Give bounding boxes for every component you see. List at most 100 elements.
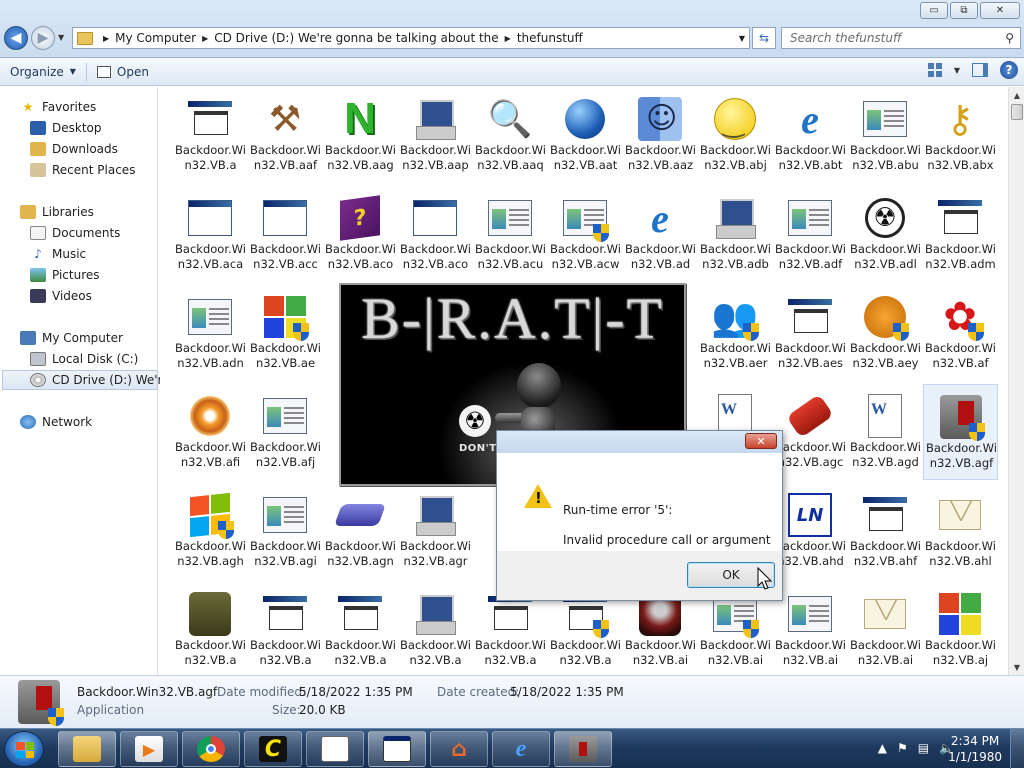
nav-my-computer[interactable]: My Computer xyxy=(20,328,123,348)
file-item[interactable]: ⚒ Backdoor.Win32.VB.aaf xyxy=(248,87,323,183)
file-item[interactable]: e Backdoor.Win32.VB.abt xyxy=(773,87,848,183)
file-item[interactable]: Backdoor.Win32.VB.ahf xyxy=(848,483,923,579)
file-item[interactable]: Backdoor.Win32.VB.a xyxy=(173,87,248,183)
file-item[interactable]: Backdoor.Win32.VB.aap xyxy=(398,87,473,183)
taskbar-brat[interactable] xyxy=(554,731,612,767)
nav-videos[interactable]: Videos xyxy=(30,286,92,306)
nav-network[interactable]: Network xyxy=(20,412,92,432)
taskbar-chrome[interactable] xyxy=(182,731,240,767)
view-options-chevron-icon[interactable]: ▼ xyxy=(954,66,960,75)
file-item[interactable]: Backdoor.Win32.VB.agc xyxy=(773,384,848,480)
file-item[interactable]: Backdoor.Win32.VB.acu xyxy=(473,186,548,282)
taskbar-notepad[interactable] xyxy=(306,731,364,767)
scroll-thumb[interactable] xyxy=(1011,104,1023,120)
taskbar-media-player[interactable]: ▶ xyxy=(120,731,178,767)
search-icon[interactable]: ⚲ xyxy=(1005,31,1014,45)
address-bar[interactable]: ▶ My Computer ▶ CD Drive (D:) We're gonn… xyxy=(72,27,750,49)
file-item[interactable]: Backdoor.Win32.VB.adm xyxy=(923,186,998,282)
taskbar-app-window[interactable] xyxy=(368,731,426,767)
file-item[interactable]: ? Backdoor.Win32.VB.aco xyxy=(323,186,398,282)
nav-downloads[interactable]: Downloads xyxy=(30,139,118,159)
file-item[interactable]: W Backdoor.Win32.VB.agd xyxy=(848,384,923,480)
chevron-right-icon[interactable]: ▶ xyxy=(505,34,511,43)
file-item[interactable]: Backdoor.Win32.VB.a xyxy=(173,582,248,675)
file-item[interactable]: Backdoor.Win32.VB.aat xyxy=(548,87,623,183)
nav-pictures[interactable]: Pictures xyxy=(30,265,100,285)
file-item[interactable]: Backdoor.Win32.VB.aaz xyxy=(623,87,698,183)
taskbar-explorer[interactable] xyxy=(58,731,116,767)
network-status-icon[interactable]: ▤ xyxy=(918,741,929,755)
breadcrumb-cd-drive[interactable]: CD Drive (D:) We're gonna be talking abo… xyxy=(214,31,498,45)
show-hidden-icons-icon[interactable]: ▲ xyxy=(878,741,887,755)
breadcrumb-thefunstuff[interactable]: thefunstuff xyxy=(517,31,583,45)
show-desktop-button[interactable] xyxy=(1010,729,1024,769)
nav-music[interactable]: ♪ Music xyxy=(30,244,86,264)
file-item[interactable]: ☢ Backdoor.Win32.VB.adl xyxy=(848,186,923,282)
file-item[interactable]: Backdoor.Win32.VB.acw xyxy=(548,186,623,282)
file-item[interactable]: Backdoor.Win32.VB.aco xyxy=(398,186,473,282)
minimize-button[interactable]: ▭ xyxy=(920,2,948,19)
scroll-up-icon[interactable]: ▲ xyxy=(1009,87,1024,103)
dialog-close-button[interactable]: ✕ xyxy=(745,433,777,449)
back-button[interactable]: ◀ xyxy=(4,26,28,50)
action-center-flag-icon[interactable]: ⚑ xyxy=(897,741,908,755)
address-dropdown-icon[interactable]: ▼ xyxy=(739,34,745,43)
file-item[interactable]: Backdoor.Win32.VB.agn xyxy=(323,483,398,579)
recent-pages-dropdown[interactable]: ▼ xyxy=(58,33,64,42)
refresh-button[interactable]: ⇆ xyxy=(752,27,776,49)
file-item[interactable]: Backdoor.Win32.VB.adn xyxy=(173,285,248,381)
file-item[interactable]: Backdoor.Win32.VB.ae xyxy=(248,285,323,381)
nav-desktop[interactable]: Desktop xyxy=(30,118,102,138)
chevron-right-icon[interactable]: ▶ xyxy=(202,34,208,43)
maximize-button[interactable]: ⧉ xyxy=(950,2,978,19)
nav-recent-places[interactable]: Recent Places xyxy=(30,160,135,180)
file-item[interactable]: Backdoor.Win32.VB.abu xyxy=(848,87,923,183)
file-item[interactable]: ⚷ Backdoor.Win32.VB.abx xyxy=(923,87,998,183)
search-input[interactable]: Search thefunstuff ⚲ xyxy=(781,27,1021,49)
file-item[interactable]: N Backdoor.Win32.VB.aag xyxy=(323,87,398,183)
file-item[interactable]: Backdoor.Win32.VB.afi xyxy=(173,384,248,480)
file-item[interactable]: Backdoor.Win32.VB.a xyxy=(323,582,398,675)
file-item[interactable]: ╲╱ Backdoor.Win32.VB.ai xyxy=(848,582,923,675)
file-item[interactable]: Backdoor.Win32.VB.abj xyxy=(698,87,773,183)
file-item[interactable]: LN Backdoor.Win32.VB.ahd xyxy=(773,483,848,579)
file-item[interactable]: e Backdoor.Win32.VB.ad xyxy=(623,186,698,282)
close-button[interactable]: ✕ xyxy=(980,2,1020,19)
file-item[interactable]: Backdoor.Win32.VB.agh xyxy=(173,483,248,579)
scroll-down-icon[interactable]: ▼ xyxy=(1009,659,1024,675)
file-item[interactable]: Backdoor.Win32.VB.aey xyxy=(848,285,923,381)
file-item[interactable]: Backdoor.Win32.VB.aca xyxy=(173,186,248,282)
preview-pane-icon[interactable] xyxy=(972,63,988,77)
change-view-icon[interactable] xyxy=(927,63,942,77)
taskbar-ccleaner[interactable]: C xyxy=(244,731,302,767)
taskbar-homegroup[interactable]: ⌂ xyxy=(430,731,488,767)
file-item[interactable]: Backdoor.Win32.VB.ai xyxy=(773,582,848,675)
file-item[interactable]: Backdoor.Win32.VB.agi xyxy=(248,483,323,579)
file-item[interactable]: Backdoor.Win32.VB.acc xyxy=(248,186,323,282)
nav-cd-drive[interactable]: CD Drive (D:) We're g xyxy=(2,370,181,390)
file-item[interactable]: Backdoor.Win32.VB.aes xyxy=(773,285,848,381)
file-item[interactable]: ╲╱ Backdoor.Win32.VB.ahl xyxy=(923,483,998,579)
file-item[interactable]: ✿ Backdoor.Win32.VB.af xyxy=(923,285,998,381)
file-item[interactable]: 👥 Backdoor.Win32.VB.aer xyxy=(698,285,773,381)
file-item[interactable]: Backdoor.Win32.VB.adf xyxy=(773,186,848,282)
nav-favorites[interactable]: ★ Favorites xyxy=(20,97,97,117)
forward-button[interactable]: ▶ xyxy=(31,26,55,50)
breadcrumb-my-computer[interactable]: My Computer xyxy=(115,31,196,45)
file-item[interactable]: Backdoor.Win32.VB.a xyxy=(398,582,473,675)
nav-local-disk[interactable]: Local Disk (C:) xyxy=(30,349,138,369)
chevron-right-icon[interactable]: ▶ xyxy=(103,34,109,43)
file-item-selected[interactable]: Backdoor.Win32.VB.agf xyxy=(923,384,998,480)
clock[interactable]: 2:34 PM 1/1/1980 xyxy=(948,733,1002,765)
organize-button[interactable]: Organize ▼ xyxy=(0,59,86,85)
nav-libraries[interactable]: Libraries xyxy=(20,202,94,222)
help-icon[interactable]: ? xyxy=(1000,61,1018,79)
file-item[interactable]: Backdoor.Win32.VB.agr xyxy=(398,483,473,579)
file-item[interactable]: Backdoor.Win32.VB.adb xyxy=(698,186,773,282)
file-item[interactable]: Backdoor.Win32.VB.a xyxy=(248,582,323,675)
nav-documents[interactable]: Documents xyxy=(30,223,120,243)
start-button[interactable] xyxy=(4,731,44,767)
vertical-scrollbar[interactable]: ▲ ▼ xyxy=(1008,87,1024,675)
file-item[interactable]: Backdoor.Win32.VB.aj xyxy=(923,582,998,675)
taskbar-internet-explorer[interactable]: e xyxy=(492,731,550,767)
